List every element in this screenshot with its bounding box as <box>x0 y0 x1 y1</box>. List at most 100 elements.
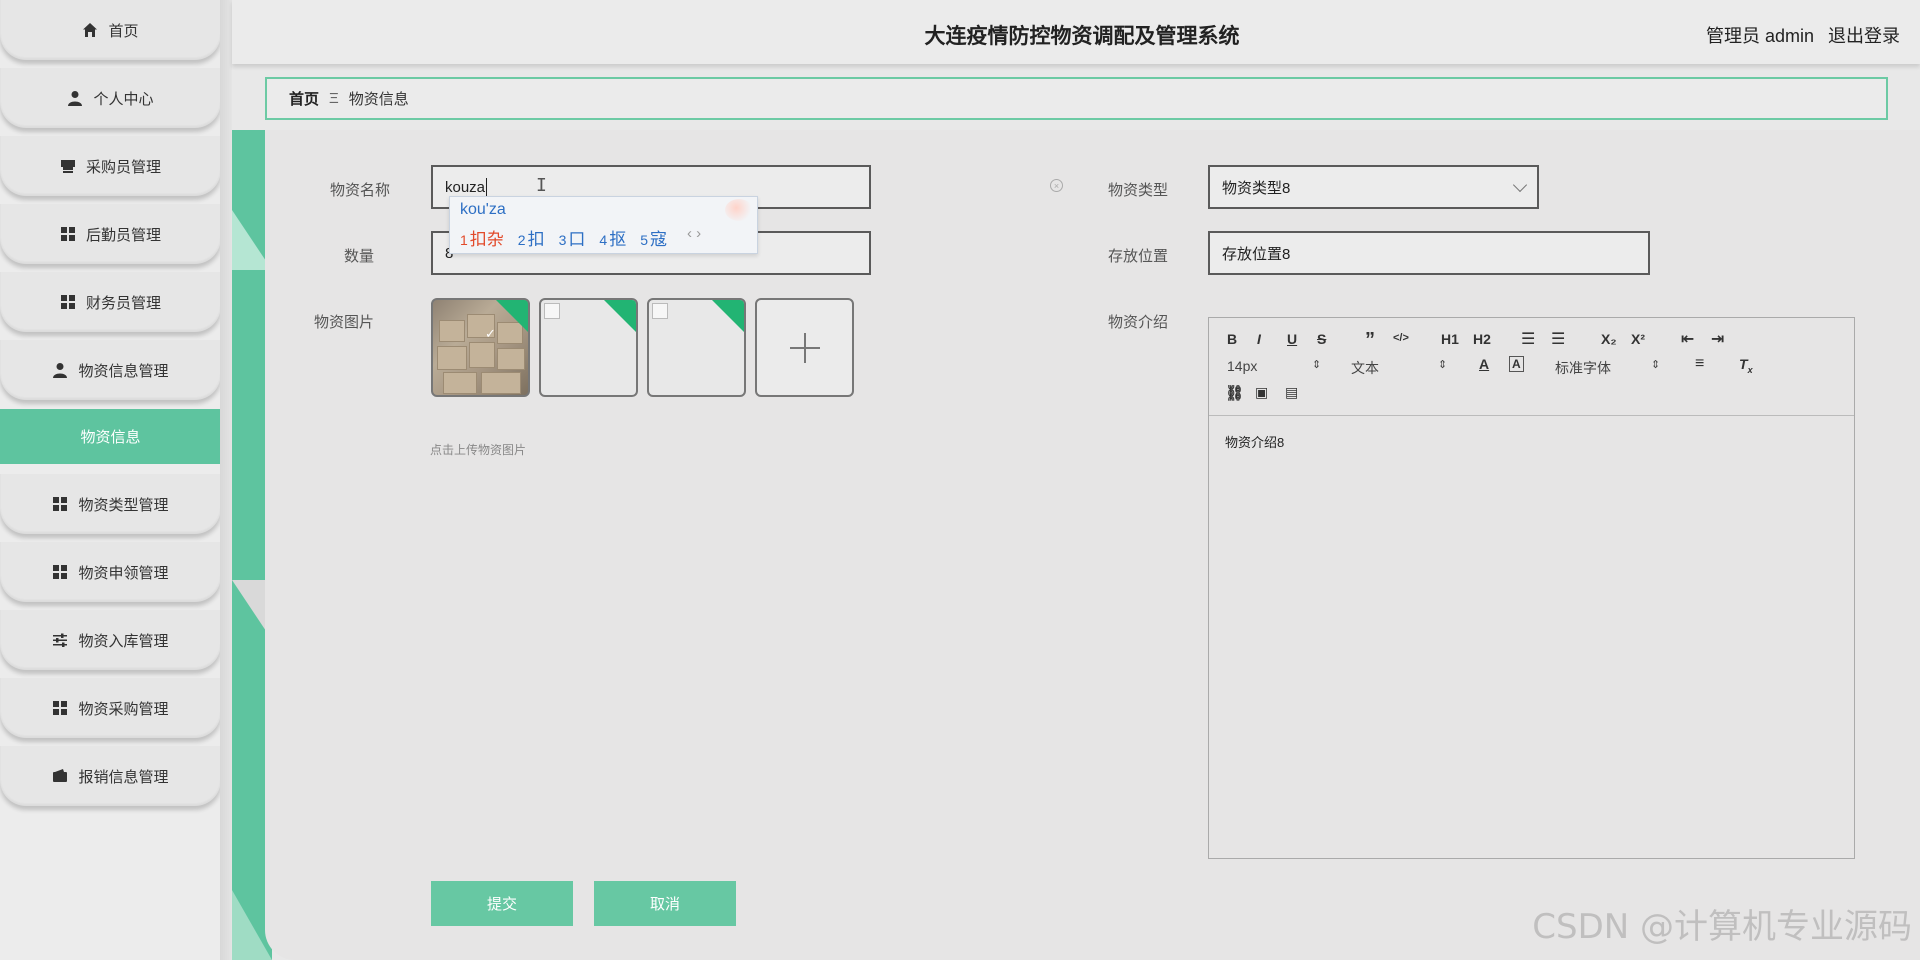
sidebar-item-label: 物资信息 <box>80 429 141 446</box>
material-image-thumb[interactable] <box>647 298 746 397</box>
grid-icon <box>52 564 68 580</box>
sidebar-item-material-info[interactable]: 物资信息 <box>0 409 221 464</box>
check-icon: ✓ <box>485 326 496 341</box>
sidebar-item-material-apply[interactable]: 物资申领管理 <box>0 542 221 602</box>
name-input-value: kouza <box>445 178 486 196</box>
grid-icon <box>60 294 76 310</box>
superscript-button[interactable]: X² <box>1631 331 1645 347</box>
editor-content[interactable]: 物资介绍8 <box>1225 432 1284 451</box>
store-icon <box>60 158 76 174</box>
add-image-button[interactable] <box>755 298 854 397</box>
ime-candidate-popup: kou'za 1 扣杂 2扣 3口 4抠 5寇 ‹ › <box>449 196 758 254</box>
select-arrow-icon: ⇕ <box>1438 359 1448 371</box>
font-family-select[interactable]: 标准字体 <box>1555 358 1611 378</box>
sidebar-item-material-info-manage[interactable]: 物资信息管理 <box>0 340 221 400</box>
sidebar-item-label: 报销信息管理 <box>78 768 169 786</box>
sidebar-item-label: 物资信息管理 <box>78 362 169 380</box>
material-image-thumb[interactable]: ✓ <box>431 298 530 397</box>
breadcrumb-separator: Ξ <box>329 90 339 107</box>
link-icon[interactable]: ⛓ <box>1225 384 1244 402</box>
sidebar-item-label: 物资类型管理 <box>78 496 169 514</box>
sidebar-item-label: 后勤员管理 <box>85 226 161 244</box>
image-label: 物资图片 <box>313 314 374 331</box>
image-icon[interactable]: ▣ <box>1255 384 1268 401</box>
ime-candidate-2[interactable]: 2扣 <box>518 225 545 250</box>
breadcrumb-current: 物资信息 <box>348 91 409 108</box>
top-bar: 大连疫情防控物资调配及管理系统 管理员 admin 退出登录 <box>232 0 1920 64</box>
watermark: CSDN @计算机专业源码 <box>1532 907 1912 947</box>
sidebar-item-material-purchase[interactable]: 物资采购管理 <box>0 678 221 738</box>
location-input[interactable]: 存放位置8 <box>1208 231 1650 275</box>
ime-candidates: 1 扣杂 2扣 3口 4抠 5寇 ‹ › <box>460 225 701 250</box>
sidebar-item-material-inbound[interactable]: 物资入库管理 <box>0 610 221 670</box>
indent-icon[interactable]: ⇥ <box>1711 329 1724 349</box>
underline-button[interactable]: U <box>1287 331 1297 347</box>
user-icon <box>67 90 83 106</box>
logout-link[interactable]: 退出登录 <box>1828 22 1900 48</box>
ime-candidate-4[interactable]: 4抠 <box>599 225 626 250</box>
cancel-button[interactable]: 取消 <box>594 881 736 926</box>
ordered-list-button[interactable]: ☰ <box>1521 329 1535 349</box>
clear-icon[interactable]: × <box>1050 179 1063 192</box>
ibeam-cursor-icon: I <box>536 175 547 196</box>
bullet-list-button[interactable]: ☰ <box>1551 329 1565 349</box>
text-cursor <box>486 178 488 196</box>
ime-page-nav[interactable]: ‹ › <box>687 225 701 250</box>
ime-logo-icon <box>725 199 753 221</box>
type-select[interactable]: 物资类型8 <box>1208 165 1539 209</box>
sidebar-item-logistics[interactable]: 后勤员管理 <box>0 204 221 264</box>
user-icon <box>52 362 68 378</box>
sidebar-item-finance[interactable]: 财务员管理 <box>0 272 221 332</box>
app-title: 大连疫情防控物资调配及管理系统 <box>924 25 1240 48</box>
block-format-select[interactable]: 文本 <box>1351 358 1379 378</box>
sidebar-item-material-type[interactable]: 物资类型管理 <box>0 474 221 534</box>
submit-button[interactable]: 提交 <box>431 881 573 926</box>
ime-candidate-5[interactable]: 5寇 <box>640 225 667 250</box>
strike-button[interactable]: S <box>1317 331 1326 347</box>
bold-button[interactable]: B <box>1227 331 1237 347</box>
heading2-button[interactable]: H2 <box>1473 331 1491 347</box>
font-size-select[interactable]: 14px <box>1227 358 1257 374</box>
ime-candidate-3[interactable]: 3口 <box>559 225 586 250</box>
sidebar-item-label: 首页 <box>108 22 139 40</box>
chevron-down-icon <box>1512 177 1528 193</box>
plus-icon <box>789 332 820 363</box>
grid-icon <box>52 700 68 716</box>
sidebar-item-label: 物资采购管理 <box>78 700 169 718</box>
heading1-button[interactable]: H1 <box>1441 331 1459 347</box>
ime-candidate-1[interactable]: 1 扣杂 <box>460 225 504 250</box>
breadcrumb-home[interactable]: 首页 <box>289 88 319 109</box>
material-image-thumb[interactable] <box>539 298 638 397</box>
video-icon[interactable]: ▤ <box>1285 384 1298 401</box>
user-area: 管理员 admin 退出登录 <box>1706 22 1900 48</box>
sidebar-item-label: 财务员管理 <box>85 294 161 312</box>
location-input-value: 存放位置8 <box>1222 245 1291 263</box>
sidebar-item-label: 物资申领管理 <box>78 564 169 582</box>
selected-corner-badge <box>712 300 744 332</box>
sidebar-item-home[interactable]: 首页 <box>0 0 221 60</box>
background-color-button[interactable]: A <box>1509 356 1524 372</box>
subscript-button[interactable]: X₂ <box>1601 331 1617 347</box>
selected-corner-badge <box>604 300 636 332</box>
sidebar-item-purchaser[interactable]: 采购员管理 <box>0 136 221 196</box>
italic-button[interactable]: I <box>1257 331 1261 347</box>
rich-text-editor: B I U S ” </> H1 H2 ☰ ☰ X₂ X² ⇤ ⇥ 14px ⇕… <box>1208 317 1855 859</box>
upload-hint: 点击上传物资图片 <box>430 443 527 457</box>
sidebar-item-label: 物资入库管理 <box>78 632 169 650</box>
breadcrumb: 首页 Ξ 物资信息 <box>265 77 1888 120</box>
blockquote-button[interactable]: ” <box>1365 329 1375 352</box>
sidebar-divider <box>220 0 232 960</box>
outdent-icon[interactable]: ⇤ <box>1681 329 1694 349</box>
intro-label: 物资介绍 <box>1107 314 1168 331</box>
clear-format-icon[interactable]: Tx <box>1739 356 1753 375</box>
sidebar-item-label: 个人中心 <box>93 90 154 108</box>
code-block-button[interactable]: </> <box>1393 332 1409 344</box>
grid-icon <box>60 226 76 242</box>
sidebar-item-profile[interactable]: 个人中心 <box>0 68 221 128</box>
align-icon[interactable]: ≡ <box>1695 355 1704 373</box>
select-arrow-icon: ⇕ <box>1312 359 1322 371</box>
type-label: 物资类型 <box>1107 182 1168 199</box>
font-color-button[interactable]: A <box>1479 356 1489 372</box>
type-select-value: 物资类型8 <box>1222 179 1291 197</box>
sidebar-item-reimbursement[interactable]: 报销信息管理 <box>0 746 221 806</box>
